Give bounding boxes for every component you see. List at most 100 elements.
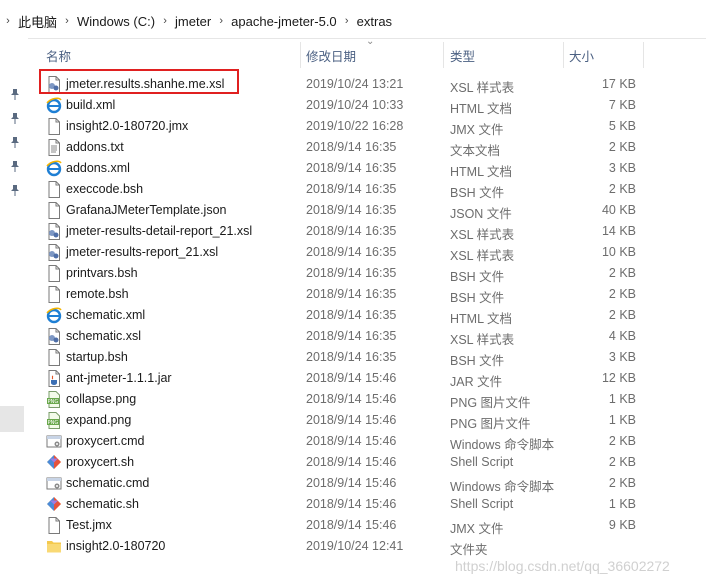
- file-type: JSON 文件: [450, 207, 512, 221]
- file-row[interactable]: ant-jmeter-1.1.1.jar 2018/9/14 15:46 JAR 文…: [38, 368, 638, 389]
- file-row[interactable]: addons.txt 2018/9/14 16:35 文本文档 2 KB: [38, 137, 638, 158]
- file-row[interactable]: schematic.xsl 2018/9/14 16:35 XSL 样式表 4 KB: [38, 326, 638, 347]
- file-date: 2018/9/14 16:35: [306, 308, 397, 322]
- chevron-right-icon[interactable]: ›: [59, 15, 75, 27]
- file-date: 2018/9/14 16:35: [306, 224, 397, 238]
- file-row[interactable]: addons.xml 2018/9/14 16:35 HTML 文档 3 KB: [38, 158, 638, 179]
- file-type: JAR 文件: [450, 375, 503, 389]
- breadcrumb-item-drive[interactable]: Windows (C:): [75, 14, 157, 29]
- column-header-type[interactable]: 类型: [450, 46, 475, 65]
- file-size: 3 KB: [608, 350, 636, 364]
- file-date: 2018/9/14 16:35: [306, 287, 397, 301]
- breadcrumb-item-this-pc[interactable]: 此电脑: [16, 12, 59, 31]
- folder-row[interactable]: insight2.0-180720 2019/10/24 12:41 文件夹: [38, 536, 638, 557]
- file-row[interactable]: GrafanaJMeterTemplate.json 2018/9/14 16:3…: [38, 200, 638, 221]
- file-size: 2 KB: [608, 455, 636, 469]
- file-date: 2018/9/14 15:46: [306, 518, 397, 532]
- file-row[interactable]: insight2.0-180720.jmx 2019/10/22 16:28 JMX…: [38, 116, 638, 137]
- chevron-right-icon[interactable]: ›: [339, 15, 355, 27]
- file-row[interactable]: schematic.cmd 2018/9/14 15:46 Windows 命令脚本…: [38, 473, 638, 494]
- blank-file-icon: [46, 265, 62, 282]
- file-name: schematic.sh: [66, 497, 139, 511]
- file-type: PNG 图片文件: [450, 417, 531, 431]
- file-name: schematic.xml: [66, 308, 146, 322]
- pin-icon[interactable]: [10, 184, 20, 196]
- file-row[interactable]: build.xml 2019/10/24 10:33 HTML 文档 7 KB: [38, 95, 638, 116]
- file-date: 2018/9/14 16:35: [306, 203, 397, 217]
- file-row[interactable]: proxycert.sh 2018/9/14 15:46 Shell Script 2…: [38, 452, 638, 473]
- file-type: XSL 样式表: [450, 249, 515, 263]
- pin-icon[interactable]: [10, 136, 20, 148]
- column-header-size[interactable]: 大小: [569, 46, 594, 65]
- pin-icon[interactable]: [10, 160, 20, 172]
- file-name: startup.bsh: [66, 350, 128, 364]
- file-type: BSH 文件: [450, 186, 505, 200]
- file-name: schematic.cmd: [66, 476, 150, 490]
- pin-icon[interactable]: [10, 112, 20, 124]
- file-type: XSL 样式表: [450, 228, 515, 242]
- chevron-right-icon[interactable]: ›: [213, 15, 229, 27]
- chevron-right-icon[interactable]: ›: [157, 15, 173, 27]
- column-divider[interactable]: [300, 42, 301, 68]
- file-row[interactable]: schematic.sh 2018/9/14 15:46 Shell Script 1…: [38, 494, 638, 515]
- file-size: 2 KB: [608, 308, 636, 322]
- column-divider[interactable]: [643, 42, 644, 68]
- file-row[interactable]: startup.bsh 2018/9/14 16:35 BSH 文件 3 KB: [38, 347, 638, 368]
- file-name: proxycert.sh: [66, 455, 135, 469]
- file-row[interactable]: PNG collapse.png 2018/9/14 15:46 PNG 图片文件 1 …: [38, 389, 638, 410]
- file-size: 9 KB: [608, 518, 636, 532]
- file-row[interactable]: schematic.xml 2018/9/14 16:35 HTML 文档 2 KB: [38, 305, 638, 326]
- txt-file-icon: [46, 139, 62, 156]
- breadcrumb-item-extras[interactable]: extras: [355, 14, 394, 29]
- file-date: 2019/10/24 13:21: [306, 77, 404, 91]
- ie-file-icon: [46, 97, 62, 114]
- file-row[interactable]: execcode.bsh 2018/9/14 16:35 BSH 文件 2 KB: [38, 179, 638, 200]
- column-header-date[interactable]: 修改日期: [306, 46, 356, 65]
- file-type: 文件夹: [450, 543, 488, 557]
- file-row[interactable]: PNG expand.png 2018/9/14 15:46 PNG 图片文件 1 KB: [38, 410, 638, 431]
- file-size: 2 KB: [608, 140, 636, 154]
- file-row[interactable]: remote.bsh 2018/9/14 16:35 BSH 文件 2 KB: [38, 284, 638, 305]
- address-bar[interactable]: › 此电脑 › Windows (C:) › jmeter › apache-j…: [0, 0, 706, 39]
- file-size: 1 KB: [608, 413, 636, 427]
- file-date: 2018/9/14 15:46: [306, 497, 397, 511]
- ie-file-icon: [46, 307, 62, 324]
- breadcrumb-item-jmeter[interactable]: jmeter: [173, 14, 213, 29]
- pin-icon[interactable]: [10, 88, 20, 100]
- file-name: expand.png: [66, 413, 132, 427]
- xsl-file-icon: [46, 328, 62, 345]
- file-row[interactable]: Test.jmx 2018/9/14 15:46 JMX 文件 9 KB: [38, 515, 638, 536]
- column-divider[interactable]: [563, 42, 564, 68]
- file-size: 2 KB: [608, 266, 636, 280]
- navigation-pane: [0, 38, 28, 586]
- file-type: Windows 命令脚本: [450, 438, 555, 452]
- file-row[interactable]: proxycert.cmd 2018/9/14 15:46 Windows 命令脚本…: [38, 431, 638, 452]
- file-name: jmeter-results-report_21.xsl: [66, 245, 219, 259]
- file-type: PNG 图片文件: [450, 396, 531, 410]
- column-header-row: ⌄ 名称 修改日期 类型 大小: [38, 36, 706, 68]
- png-file-icon: PNG: [46, 412, 62, 429]
- breadcrumb-item-apache-jmeter[interactable]: apache-jmeter-5.0: [229, 14, 339, 29]
- file-name: jmeter-results-detail-report_21.xsl: [66, 224, 253, 238]
- file-size: 14 KB: [601, 224, 636, 238]
- file-size: 2 KB: [608, 182, 636, 196]
- nav-selected-item[interactable]: [0, 406, 24, 432]
- file-date: 2018/9/14 16:35: [306, 245, 397, 259]
- file-name: insight2.0-180720: [66, 539, 166, 553]
- column-header-name[interactable]: 名称: [46, 46, 71, 65]
- file-row[interactable]: printvars.bsh 2018/9/14 16:35 BSH 文件 2 KB: [38, 263, 638, 284]
- file-name: ant-jmeter-1.1.1.jar: [66, 371, 172, 385]
- file-type: XSL 样式表: [450, 333, 515, 347]
- file-name: proxycert.cmd: [66, 434, 145, 448]
- file-row[interactable]: jmeter-results-detail-report_21.xsl 2018/…: [38, 221, 638, 242]
- file-name: execcode.bsh: [66, 182, 144, 196]
- file-date: 2019/10/24 12:41: [306, 539, 404, 553]
- file-name: GrafanaJMeterTemplate.json: [66, 203, 227, 217]
- file-type: HTML 文档: [450, 165, 513, 179]
- file-row[interactable]: jmeter-results-report_21.xsl 2018/9/14 16…: [38, 242, 638, 263]
- column-divider[interactable]: [443, 42, 444, 68]
- sh-file-icon: [46, 454, 62, 471]
- xsl-file-icon: [46, 223, 62, 240]
- chevron-right-icon[interactable]: ›: [0, 15, 16, 27]
- file-type: BSH 文件: [450, 291, 505, 305]
